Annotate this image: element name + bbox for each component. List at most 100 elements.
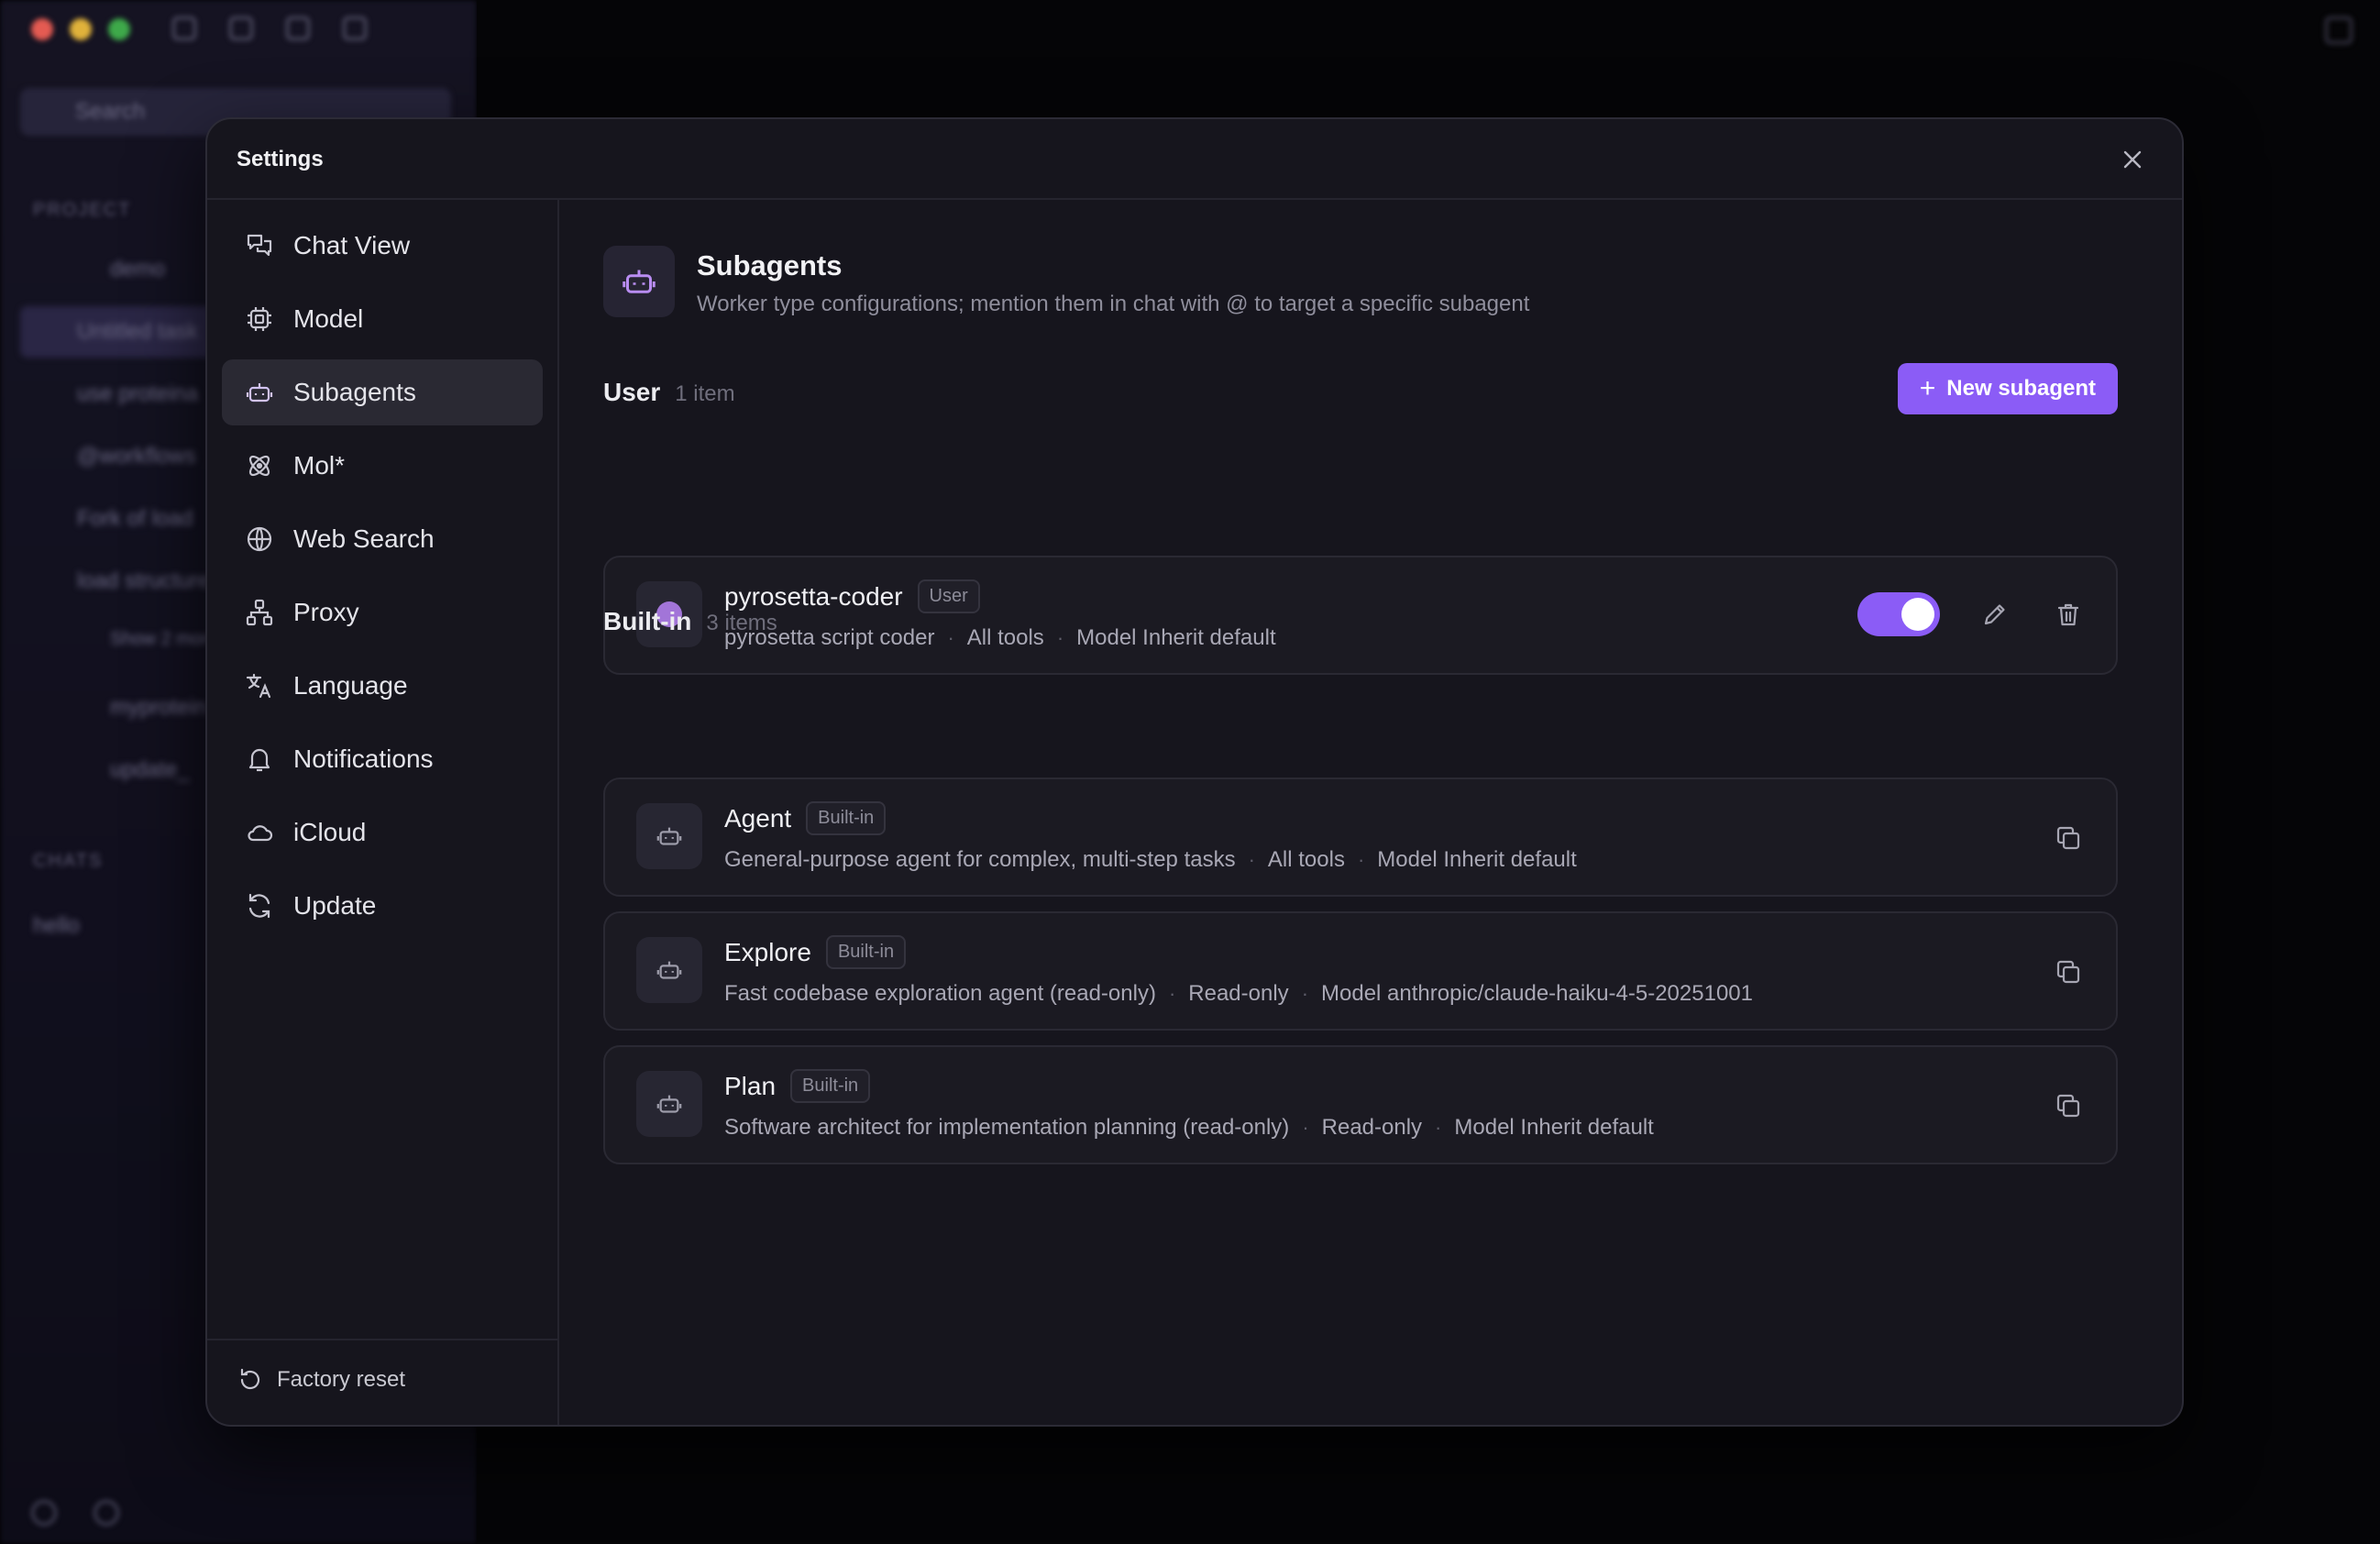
background-item: Fork of load	[77, 506, 193, 531]
history-icon	[343, 17, 367, 40]
nav-item-label: Proxy	[293, 598, 359, 626]
duplicate-button[interactable]	[2048, 818, 2088, 858]
new-subagent-button[interactable]: + New subagent	[1897, 363, 2118, 414]
background-item: use proteina	[77, 381, 199, 406]
duplicate-button[interactable]	[2048, 952, 2088, 992]
delete-button[interactable]	[2048, 594, 2088, 634]
subagent-model: Model Inherit default	[1377, 847, 1577, 872]
subagent-model: Model Inherit default	[1454, 1115, 1654, 1140]
subagent-card-user: pyrosetta-coder User pyrosetta script co…	[603, 556, 2118, 675]
close-button[interactable]	[2118, 145, 2147, 174]
background-item: load structure	[77, 568, 211, 593]
section-count: 1 item	[675, 381, 735, 406]
nav-item-label: Web Search	[293, 524, 435, 553]
cloud-icon	[244, 817, 275, 848]
robot-icon	[656, 827, 682, 845]
section-header-builtin: Built-in 3 items	[603, 607, 777, 636]
dialog-title: Settings	[237, 147, 324, 171]
zoom-window-icon	[108, 18, 130, 40]
subagent-name-row: Explore Built-in	[724, 935, 907, 969]
nav-item-notifications[interactable]: Notifications	[222, 726, 543, 792]
nav-item-language[interactable]: Language	[222, 653, 543, 719]
settings-dialog: Settings Chat View Model Subagents Mol* …	[205, 117, 2184, 1427]
bell-icon	[244, 744, 275, 775]
plus-icon: +	[1919, 373, 1936, 403]
background-item: Show 2 more	[110, 629, 218, 649]
nav-item-model[interactable]: Model	[222, 286, 543, 352]
page-title: Subagents	[697, 249, 843, 281]
subagent-card-explore: Explore Built-in Fast codebase explorati…	[603, 911, 2118, 1031]
nav-item-label: Mol*	[293, 451, 346, 480]
subagent-tools: All tools	[966, 625, 1044, 650]
close-window-icon	[31, 18, 53, 40]
sidebar-toggle-icon	[172, 17, 196, 40]
trash-icon	[2057, 603, 2079, 626]
subagent-card-agent: Agent Built-in General-purpose agent for…	[603, 778, 2118, 897]
robot-icon	[656, 1095, 682, 1113]
subagent-model: Model Inherit default	[1076, 625, 1276, 650]
help-icon	[94, 1500, 119, 1526]
background-item-label: Untitled task	[77, 319, 199, 344]
subagent-avatar	[636, 1071, 702, 1137]
subagent-tools: Read-only	[1188, 981, 1289, 1006]
background-item: update_	[110, 757, 190, 782]
section-header-user: User 1 item	[603, 378, 735, 407]
nav-item-label: Subagents	[293, 378, 416, 406]
copy-icon	[2056, 1094, 2080, 1118]
duplicate-button[interactable]	[2048, 1086, 2088, 1126]
nav-item-proxy[interactable]: Proxy	[222, 579, 543, 645]
copy-icon	[2056, 960, 2080, 984]
nav-item-icloud[interactable]: iCloud	[222, 800, 543, 866]
enable-toggle[interactable]	[1857, 592, 1940, 636]
edit-button[interactable]	[1975, 594, 2015, 634]
network-icon	[244, 597, 275, 628]
subagents-page-icon	[603, 246, 675, 317]
subagent-badge: Built-in	[806, 801, 887, 835]
nav-item-chat-view[interactable]: Chat View	[222, 213, 543, 279]
nav-item-molstar[interactable]: Mol*	[222, 433, 543, 499]
separator-dot: ·	[1357, 848, 1365, 871]
settings-nav: Chat View Model Subagents Mol* Web Searc…	[207, 200, 559, 1425]
background-section-chats: CHATS	[33, 851, 104, 871]
subagent-tools: Read-only	[1321, 1115, 1423, 1140]
reset-icon	[237, 1366, 264, 1394]
subagent-avatar	[636, 803, 702, 869]
nav-item-subagents[interactable]: Subagents	[222, 359, 543, 425]
translate-icon	[244, 670, 275, 701]
subagent-meta: Fast codebase exploration agent (read-on…	[724, 981, 1753, 1007]
background-toolbar	[172, 17, 367, 40]
separator-dot: ·	[1168, 982, 1176, 1005]
subagent-card-plan: Plan Built-in Software architect for imp…	[603, 1045, 2118, 1164]
subagent-meta: General-purpose agent for complex, multi…	[724, 847, 1577, 873]
panel-toggle-icon	[2325, 17, 2352, 44]
subagent-meta: pyrosetta script coder · All tools · Mod…	[724, 625, 1276, 651]
refresh-icon	[244, 890, 275, 921]
nav-footer: Factory reset	[207, 1339, 557, 1425]
grid-icon	[229, 17, 253, 40]
subagent-description: Software architect for implementation pl…	[724, 1115, 1290, 1140]
background-bottom-bar	[31, 1500, 119, 1526]
dialog-header: Settings	[207, 119, 2182, 200]
background-item: @workflows	[77, 444, 196, 469]
subagent-badge: Built-in	[790, 1069, 871, 1103]
nav-item-label: Chat View	[293, 231, 411, 259]
new-subagent-label: New subagent	[1946, 376, 2096, 401]
separator-dot: ·	[1056, 626, 1064, 649]
atom-icon	[244, 450, 275, 481]
subagent-name: Plan	[724, 1071, 777, 1100]
separator-dot: ·	[1435, 1116, 1442, 1139]
robot-icon	[623, 270, 656, 293]
nav-item-update[interactable]: Update	[222, 873, 543, 939]
robot-icon	[244, 377, 275, 408]
nav-item-label: iCloud	[293, 818, 367, 846]
background-item: demo	[110, 257, 166, 281]
subagent-name-row: Agent Built-in	[724, 801, 887, 835]
background-chat-item: hello	[33, 913, 80, 938]
globe-icon	[244, 524, 275, 555]
factory-reset-button[interactable]: Factory reset	[237, 1366, 405, 1394]
page-description: Worker type configurations; mention them…	[697, 292, 1530, 316]
section-title: User	[603, 378, 661, 406]
subagent-model: Model anthropic/claude-haiku-4-5-2025100…	[1321, 981, 1753, 1006]
nav-item-web-search[interactable]: Web Search	[222, 506, 543, 572]
account-icon	[31, 1500, 57, 1526]
